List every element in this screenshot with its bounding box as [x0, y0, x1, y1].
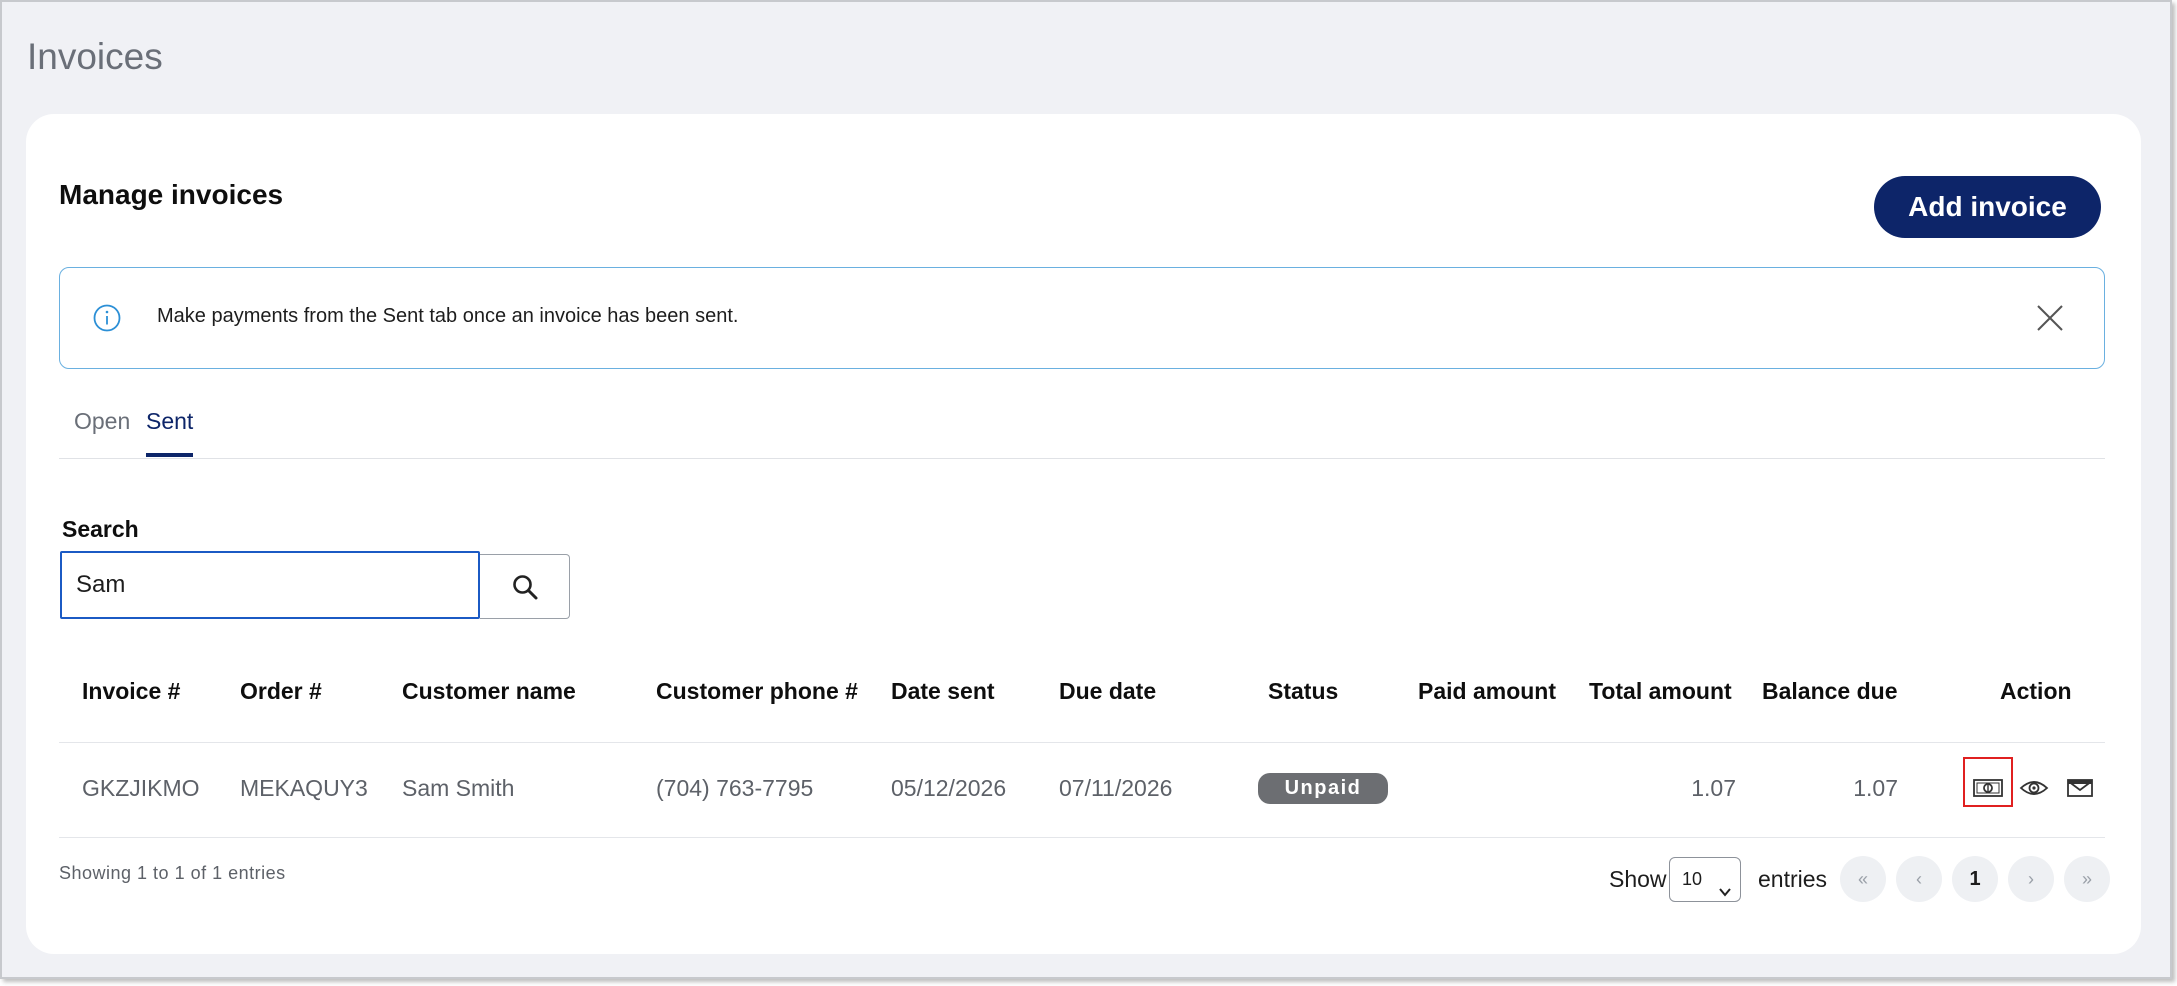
entries-value: 10	[1682, 869, 1703, 889]
card-title: Manage invoices	[59, 179, 284, 210]
cell-customer-name: Sam Smith	[402, 775, 515, 801]
view-icon[interactable]	[2017, 771, 2051, 805]
col-date-sent[interactable]: Date sent	[891, 678, 995, 705]
cell-customer-phone: (704) 763-7795	[656, 775, 814, 801]
col-action: Action	[2000, 678, 2072, 704]
chevron-down-icon	[1718, 872, 1732, 914]
info-icon	[92, 303, 122, 333]
col-customer-phone[interactable]: Customer phone #	[656, 678, 858, 705]
col-order[interactable]: Order #	[240, 678, 322, 705]
first-page-button[interactable]: «	[1840, 856, 1886, 902]
cell-due-date: 07/11/2026	[1059, 775, 1173, 801]
status-badge: Unpaid	[1258, 773, 1388, 804]
search-input[interactable]	[60, 551, 480, 619]
col-paid-amount[interactable]: Paid amount	[1418, 678, 1556, 705]
cell-order: MEKAQUY3	[240, 775, 368, 801]
manage-invoices-card: Manage invoices Add invoice Make payment…	[26, 114, 2141, 954]
showing-entries-text: Showing 1 to 1 of 1 entries	[59, 863, 286, 883]
close-icon[interactable]	[2035, 303, 2065, 333]
prev-page-button[interactable]: ‹	[1896, 856, 1942, 902]
entries-label: entries	[1758, 866, 1828, 892]
col-due-date[interactable]: Due date	[1059, 678, 1156, 705]
col-total-amount[interactable]: Total amount	[1589, 678, 1732, 705]
search-label: Search	[62, 516, 139, 542]
search-button[interactable]	[480, 554, 570, 619]
invoices-table: Invoice # Order # Customer name Customer…	[59, 644, 2105, 838]
page-title: Invoices	[27, 36, 163, 77]
info-alert: Make payments from the Sent tab once an …	[59, 267, 2105, 369]
next-page-button[interactable]: ›	[2008, 856, 2054, 902]
make-payment-icon[interactable]	[1971, 771, 2005, 805]
cell-total-amount: 1.07	[1691, 775, 1736, 801]
search-icon	[480, 572, 569, 602]
cell-date-sent: 05/12/2026	[891, 775, 1007, 801]
app-frame: Invoices Manage invoices Add invoice Mak…	[0, 0, 2172, 979]
col-customer-name[interactable]: Customer name	[402, 678, 576, 705]
col-invoice[interactable]: Invoice #	[82, 678, 180, 705]
show-label: Show	[1609, 866, 1667, 892]
invoice-tabs: Open Sent	[59, 406, 2105, 459]
email-icon[interactable]	[2063, 771, 2097, 805]
alert-message: Make payments from the Sent tab once an …	[157, 305, 739, 327]
table-header: Invoice # Order # Customer name Customer…	[59, 644, 2105, 743]
col-status[interactable]: Status	[1268, 678, 1338, 705]
tab-open[interactable]: Open	[74, 406, 130, 456]
table-row: GKZJIKMO MEKAQUY3 Sam Smith (704) 763-77…	[59, 743, 2105, 838]
add-invoice-button[interactable]: Add invoice	[1874, 176, 2101, 238]
col-balance-due[interactable]: Balance due	[1762, 678, 1898, 705]
cell-balance-due: 1.07	[1853, 775, 1898, 801]
cell-invoice: GKZJIKMO	[82, 775, 200, 801]
page-1-button[interactable]: 1	[1952, 856, 1998, 902]
entries-per-page-select[interactable]: 10	[1669, 857, 1741, 902]
tab-sent[interactable]: Sent	[146, 406, 194, 457]
last-page-button[interactable]: »	[2064, 856, 2110, 902]
